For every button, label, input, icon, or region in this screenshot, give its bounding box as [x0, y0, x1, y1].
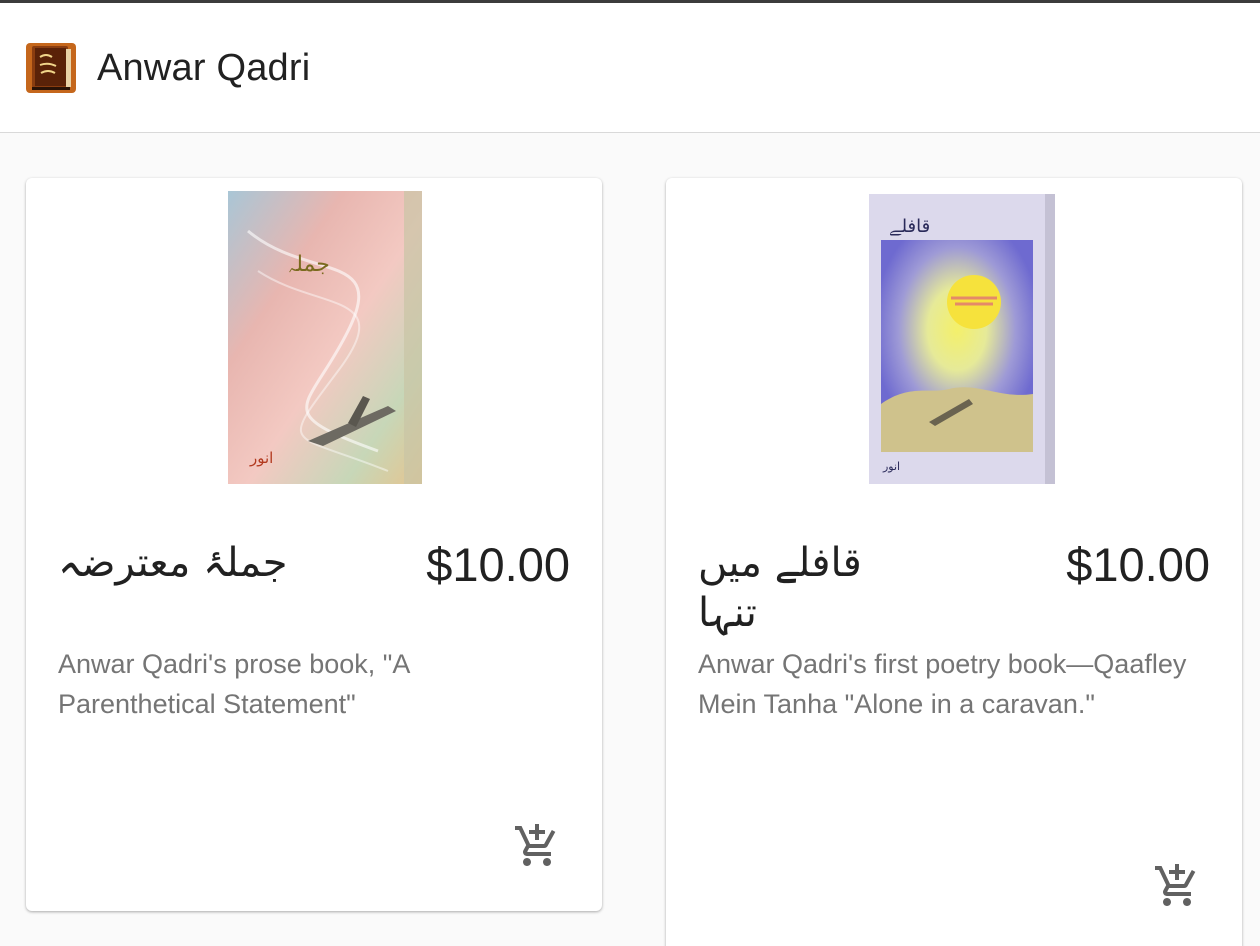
urdu-library-book-icon[interactable]: [26, 43, 76, 93]
product-description: Anwar Qadri's first poetry book—Qaafley …: [698, 649, 1187, 719]
add-shopping-cart-icon: [1155, 864, 1196, 906]
product-title: قافلے میں تنہا: [698, 540, 862, 636]
product-description: Anwar Qadri's prose book, "A Parenthetic…: [58, 649, 409, 719]
app-bar: Anwar Qadri: [0, 3, 1260, 133]
product-price: $10.00: [1066, 538, 1210, 591]
book-cover-image[interactable]: ﺟﻤﻠﮧ ﺍﻧﻮﺭ: [228, 191, 422, 484]
svg-text:ﺟﻤﻠﮧ: ﺟﻤﻠﮧ: [288, 252, 330, 277]
app-title: Anwar Qadri: [97, 47, 311, 89]
product-card[interactable]: ﺟﻤﻠﮧ ﺍﻧﻮﺭ جملۂ معترضہ $10.00 Anwar Qadri…: [26, 178, 602, 911]
product-card[interactable]: ﻗﺎﻓﻠﮯ ﺍﻧﻮﺭ قافلے میں تنہا $10.00 Anwar Q…: [666, 178, 1242, 946]
svg-text:ﻗﺎﻓﻠﮯ: ﻗﺎﻓﻠﮯ: [889, 216, 930, 237]
product-title: جملۂ معترضہ: [58, 540, 288, 586]
svg-text:ﺍﻧﻮﺭ: ﺍﻧﻮﺭ: [249, 449, 273, 467]
add-shopping-cart-icon: [515, 824, 556, 866]
book-cover-image[interactable]: ﻗﺎﻓﻠﮯ ﺍﻧﻮﺭ: [869, 194, 1055, 484]
add-to-cart-button[interactable]: [507, 816, 567, 876]
product-price: $10.00: [426, 538, 570, 591]
add-to-cart-button[interactable]: [1147, 856, 1207, 916]
svg-text:ﺍﻧﻮﺭ: ﺍﻧﻮﺭ: [882, 460, 900, 473]
